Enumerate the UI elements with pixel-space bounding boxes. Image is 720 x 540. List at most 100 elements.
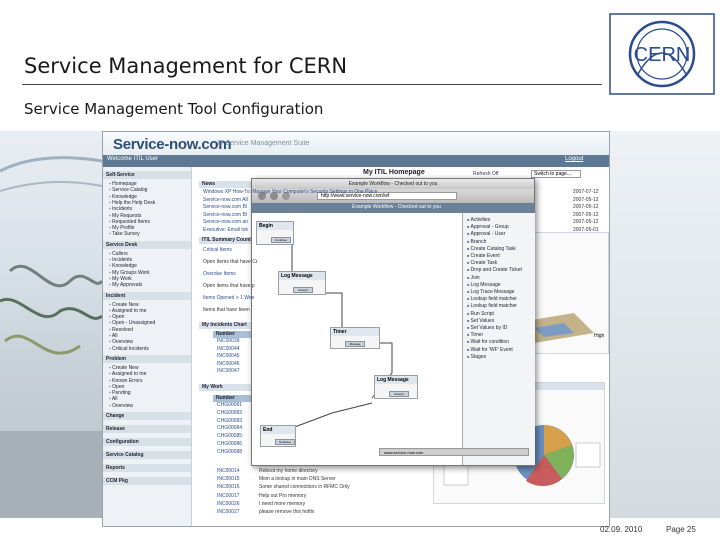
nav-item[interactable]: All [109, 396, 118, 402]
incident-number[interactable]: INC00014 [217, 468, 240, 475]
palette-item[interactable]: Stages [467, 354, 487, 360]
work-number[interactable]: CHG00085 [217, 433, 242, 440]
palette-item[interactable]: Activities [467, 217, 491, 223]
nav-item[interactable]: My Approvals [109, 282, 142, 288]
nav-item[interactable]: Knowledge [109, 263, 137, 269]
nav-item[interactable]: Open - Unassigned [109, 320, 155, 326]
palette-item[interactable]: Approval - User [467, 231, 506, 237]
nav-item[interactable]: Overview [109, 403, 133, 409]
palette-item[interactable]: Wait for condition [467, 339, 509, 345]
nav-item[interactable]: Callers [109, 251, 128, 257]
switch-page-select[interactable]: Switch to page... [531, 170, 581, 178]
palette-item[interactable]: Wait for 'WF' Event [467, 347, 513, 353]
work-number[interactable]: CHG00086 [217, 441, 242, 448]
palette-item[interactable]: Set Values [467, 318, 495, 324]
incident-number[interactable]: INC00045 [217, 353, 240, 360]
palette-item[interactable]: Lookup field matcher [467, 303, 517, 309]
nav-section-header[interactable]: Service Desk [103, 240, 191, 249]
workflow-node[interactable]: End Continue [260, 425, 296, 447]
nav-item[interactable]: Pending [109, 390, 130, 396]
news-item[interactable]: Executive: Email tok [203, 227, 383, 234]
nav-item[interactable]: Knowledge [109, 194, 137, 200]
workflow-node[interactable]: Log Message Accept [374, 375, 418, 399]
nav-section-header[interactable]: Problem [103, 354, 191, 363]
incident-number[interactable]: INC00046 [217, 361, 240, 368]
news-item[interactable]: Service-now.com Bl [203, 212, 383, 219]
logout-link[interactable]: Logout [565, 156, 583, 162]
nav-item[interactable]: All [109, 333, 118, 339]
nav-item[interactable]: My Groups Work [109, 270, 149, 276]
work-number[interactable]: CHG00084 [217, 425, 242, 432]
palette-item[interactable]: Branch [467, 239, 487, 245]
nav-section-header[interactable]: Incident [103, 291, 191, 300]
nav-item[interactable]: Requested Items [109, 219, 150, 225]
summary-row[interactable]: Critical Items [203, 247, 259, 254]
nav-item[interactable]: Service Catalog [109, 187, 147, 193]
nav-item[interactable]: Create New [109, 365, 138, 371]
workflow-node-button[interactable]: Continue [271, 237, 291, 243]
nav-item[interactable]: Open [109, 314, 124, 320]
nav-section-header[interactable]: Service Catalog [103, 451, 191, 459]
work-number[interactable]: CHG00082 [217, 410, 242, 417]
nav-section-header[interactable]: Release [103, 425, 191, 433]
work-number[interactable]: CHG00088 [217, 449, 242, 456]
news-item[interactable]: Service-now.com All [203, 197, 383, 204]
palette-item[interactable]: Timer [467, 332, 484, 338]
palette-item[interactable]: Create Event [467, 253, 500, 259]
palette-item[interactable]: Create Catalog Task [467, 246, 516, 252]
incident-number[interactable]: INC00044 [217, 346, 240, 353]
incident-number[interactable]: INC00016 [217, 484, 240, 491]
nav-section-header[interactable]: Configuration [103, 438, 191, 446]
news-item[interactable]: Windows XP How-To: Manage Your Computer'… [203, 189, 383, 196]
incident-number[interactable]: INC00047 [217, 368, 240, 375]
nav-item[interactable]: Resolved [109, 327, 133, 333]
summary-row[interactable]: Items Opened > 1 Wee [203, 295, 259, 302]
nav-item[interactable]: Take Survey [109, 231, 140, 237]
nav-item[interactable]: Help the Help Desk [109, 200, 155, 206]
nav-item[interactable]: Incidents [109, 206, 132, 212]
work-number[interactable]: CHG00083 [217, 418, 242, 425]
palette-item[interactable]: Lookup field matcher [467, 296, 517, 302]
incident-number[interactable]: INC00027 [217, 509, 240, 516]
incident-number[interactable]: INC00039 [217, 338, 240, 345]
incident-number[interactable]: INC00026 [217, 501, 240, 508]
refresh-select[interactable]: Refresh Off [473, 171, 498, 177]
summary-row[interactable]: Overdue Items [203, 271, 259, 278]
incident-number[interactable]: INC00015 [217, 476, 240, 483]
palette-item[interactable]: Create Task [467, 260, 498, 266]
palette-item[interactable]: Run Script [467, 311, 494, 317]
nav-item[interactable]: Assigned to me [109, 308, 146, 314]
workflow-node-button[interactable]: Accept [389, 391, 409, 397]
nav-item[interactable]: Create New [109, 302, 138, 308]
workflow-node-button[interactable]: Manage [345, 341, 365, 347]
incident-number[interactable]: INC00017 [217, 493, 240, 500]
palette-item[interactable]: Join [467, 275, 480, 281]
workflow-node[interactable]: Timer Manage [330, 327, 380, 349]
nav-item[interactable]: Critical Incidents [109, 346, 149, 352]
nav-section-header[interactable]: Self-Service [103, 171, 191, 179]
workflow-canvas[interactable]: Begin Continue Log Message Accept Timer Manag… [252, 213, 462, 465]
nav-item[interactable]: Assigned to me [109, 371, 146, 377]
workflow-node-button[interactable]: Continue [275, 439, 295, 445]
palette-item[interactable]: Log Message [467, 282, 501, 288]
nav-section-header[interactable]: CCM Pkg [103, 477, 191, 485]
nav-item[interactable]: My Profile [109, 225, 134, 231]
work-number[interactable]: CHG00081 [217, 402, 242, 409]
workflow-node-button[interactable]: Accept [293, 287, 313, 293]
nav-item[interactable]: Known Errors [109, 378, 142, 384]
nav-item[interactable]: Overview [109, 339, 133, 345]
workflow-node[interactable]: Log Message Accept [278, 271, 326, 295]
palette-item[interactable]: Approval - Group [467, 224, 509, 230]
nav-item[interactable]: Incidents [109, 257, 132, 263]
nav-section-header[interactable]: Change [103, 412, 191, 420]
palette-item[interactable]: Drop and Create Ticket [467, 267, 522, 273]
nav-item[interactable]: My Work [109, 276, 132, 282]
nav-item[interactable]: My Requests [109, 213, 141, 219]
news-item[interactable]: Service-now.com an [203, 219, 383, 226]
nav-item[interactable]: Homepage [109, 181, 136, 187]
nav-section-header[interactable]: Reports [103, 464, 191, 472]
palette-item[interactable]: Set Values by ID [467, 325, 508, 331]
palette-item[interactable]: Log Trace Message [467, 289, 515, 295]
news-item[interactable]: Service-now.com Bl [203, 204, 383, 211]
nav-item[interactable]: Open [109, 384, 124, 390]
